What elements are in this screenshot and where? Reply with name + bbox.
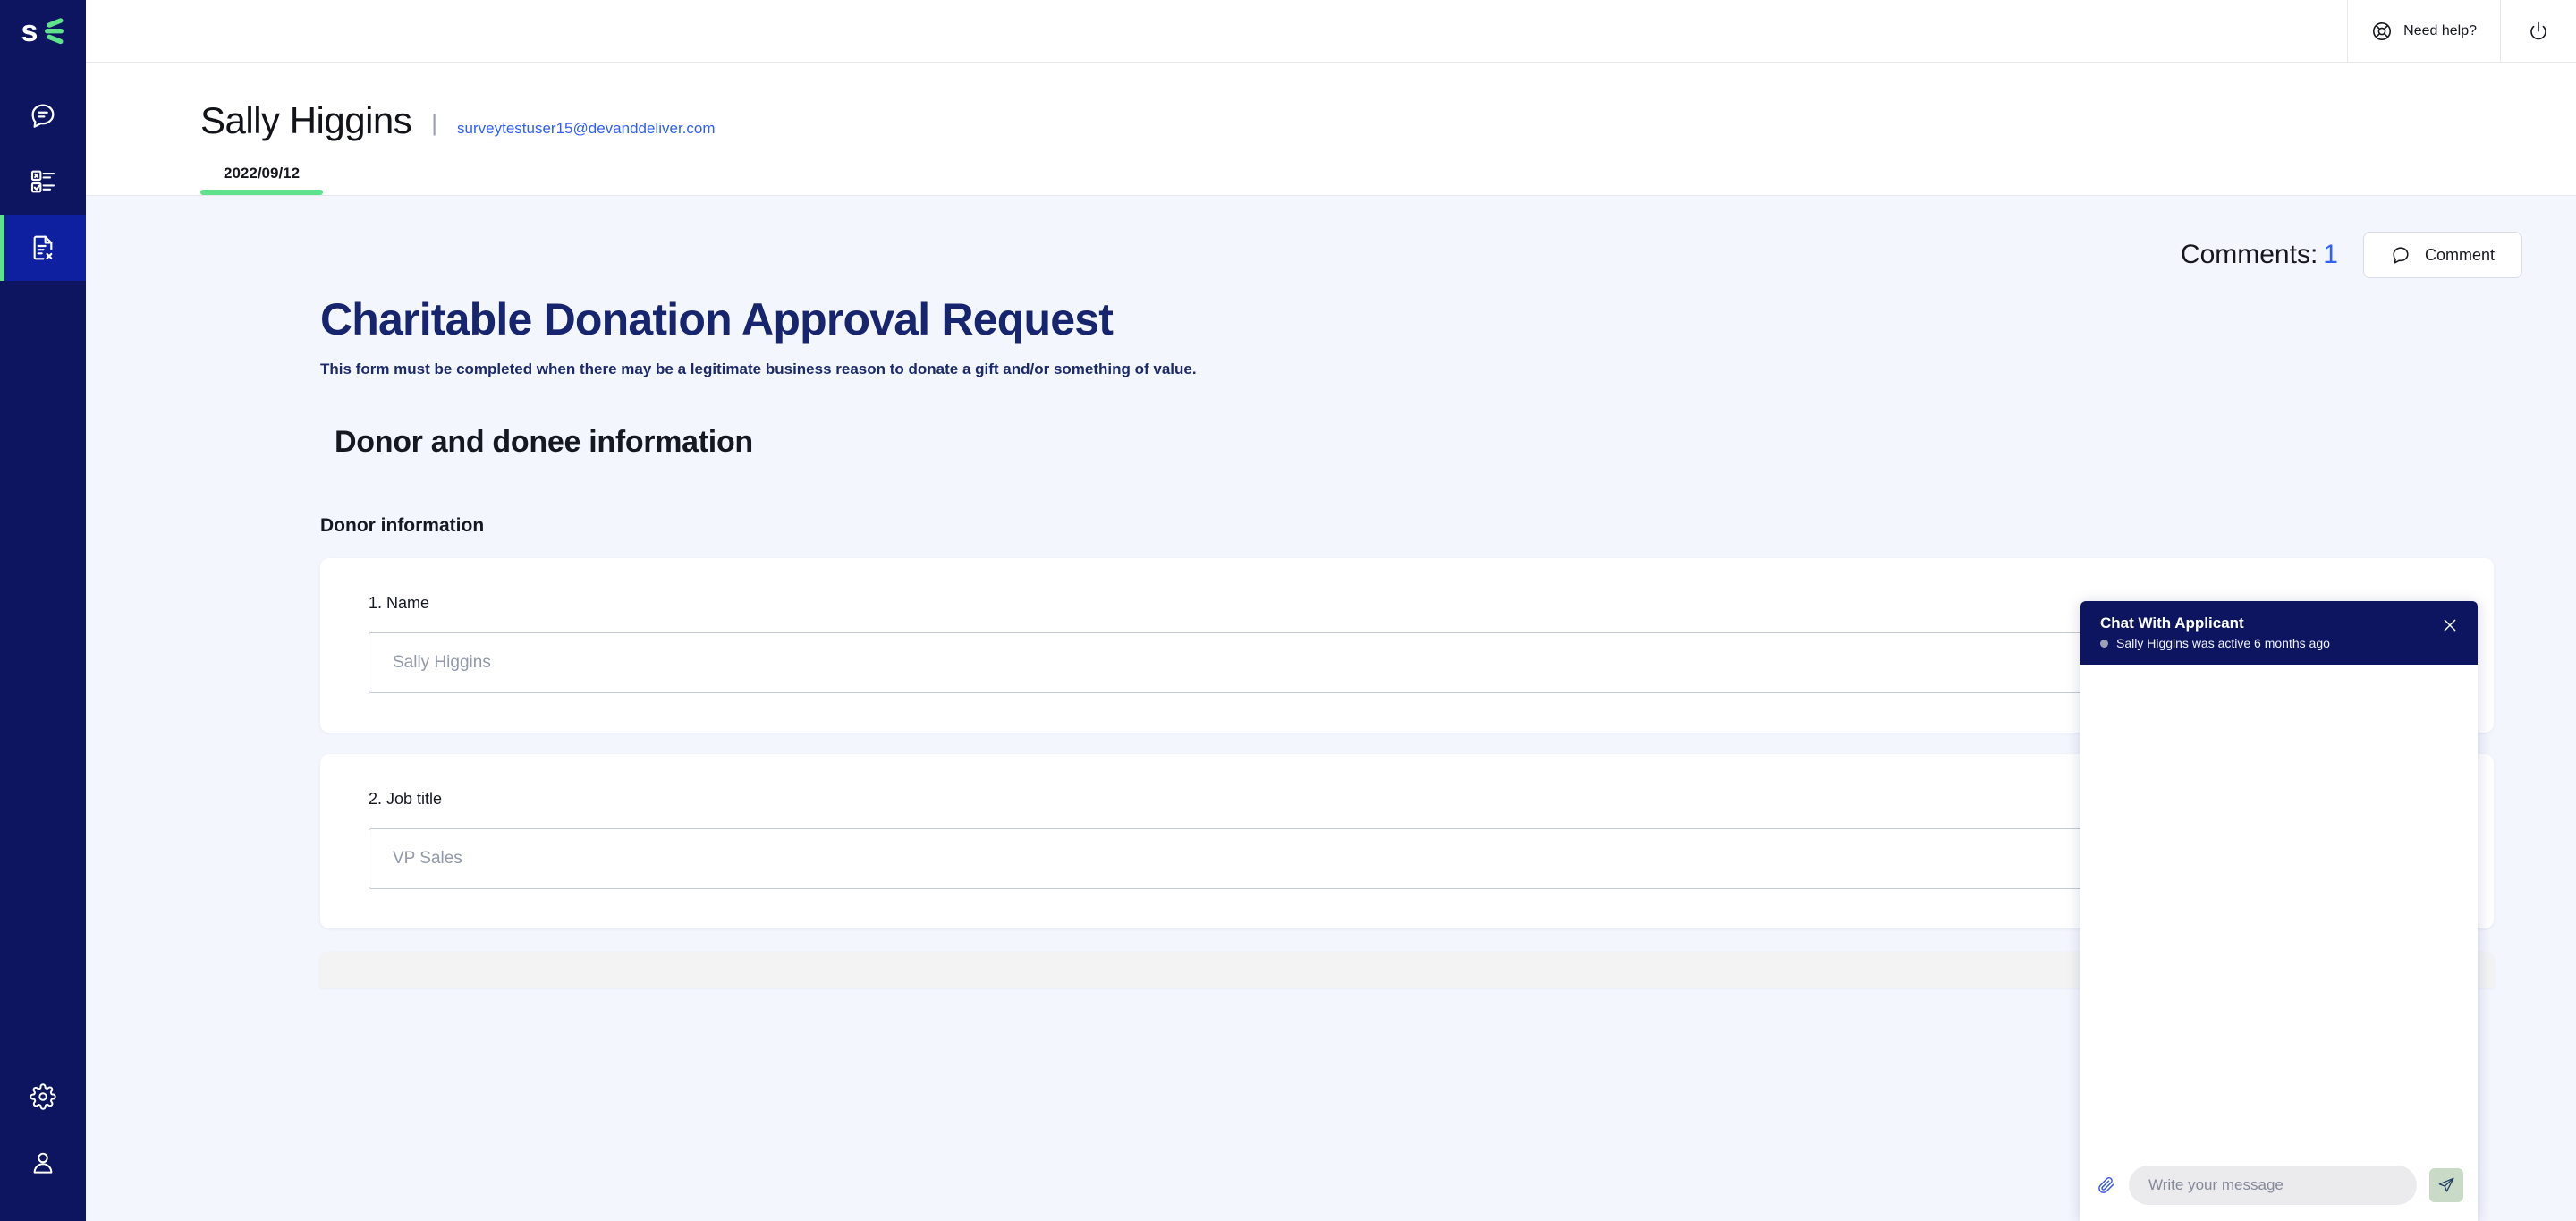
gear-icon [30,1083,56,1110]
lifebuoy-icon [2373,21,2392,40]
sidebar-item-forms[interactable] [0,215,86,281]
logo-letter: s [21,14,38,48]
header-separator: | [431,109,438,136]
comment-button-label: Comment [2424,245,2495,264]
page-header: Sally Higgins | surveytestuser15@devandd… [86,63,2576,142]
sidebar-nav [0,82,86,281]
chat-message-list[interactable] [2080,665,2478,1153]
power-icon [2530,21,2546,39]
sidebar-item-settings[interactable] [0,1064,86,1130]
chat-panel: Chat With Applicant Sally Higgins was ac… [2080,601,2478,1221]
chat-bubble-icon [31,104,55,128]
sidebar-bottom-nav [0,1064,86,1221]
name-input-value: Sally Higgins [393,653,491,673]
sidebar-item-surveys[interactable] [0,148,86,215]
chat-panel-header: Chat With Applicant Sally Higgins was ac… [2080,601,2478,666]
chat-close-button[interactable] [2438,614,2462,637]
job-title-input-value: VP Sales [393,849,462,869]
send-message-button[interactable] [2429,1168,2463,1202]
app-root: s Need help? Sally Higgins | surveytestu… [0,0,2576,1221]
comment-button[interactable]: Comment [2362,232,2522,279]
paperclip-icon [2098,1177,2114,1193]
chat-composer: Write your message [2080,1153,2478,1221]
survey-list-icon [30,170,55,193]
main-column: Need help? Sally Higgins | surveytestuse… [86,0,2576,1221]
section-heading: Donor and donee information [335,425,753,460]
person-email-link[interactable]: surveytestuser15@devanddeliver.com [457,120,715,138]
user-icon [33,1152,53,1174]
sidebar-item-account[interactable] [0,1130,86,1196]
document-x-icon [33,235,53,260]
send-icon [2438,1177,2454,1192]
chat-header-text: Chat With Applicant Sally Higgins was ac… [2100,614,2330,650]
chat-message-placeholder: Write your message [2148,1176,2284,1193]
sidebar: s [0,0,86,1221]
page-title: Sally Higgins [200,99,412,141]
tab-2022-09-12[interactable]: 2022/09/12 [200,141,324,196]
subsection-heading: Donor information [320,515,485,537]
tab-bar: 2022/09/12 [86,141,2576,196]
attach-file-button[interactable] [2097,1175,2116,1195]
need-help-button[interactable]: Need help? [2347,0,2500,62]
chat-title: Chat With Applicant [2100,615,2244,632]
tab-label: 2022/09/12 [224,165,301,182]
comments-count: Comments: 1 [2181,240,2338,270]
comments-bar: Comments: 1 Comment [86,196,2576,279]
topbar: Need help? [86,0,2576,63]
form-title: Charitable Donation Approval Request [320,294,1114,345]
person-identity-row: Sally Higgins | surveytestuser15@devandd… [200,99,2576,141]
comments-count-value: 1 [2323,240,2338,270]
sidebar-item-messages[interactable] [0,82,86,148]
app-logo[interactable]: s [0,0,86,63]
form-subtitle: This form must be completed when there m… [320,360,1197,378]
chat-message-input[interactable]: Write your message [2129,1166,2417,1205]
comments-count-label: Comments: [2180,240,2318,270]
need-help-label: Need help? [2403,22,2477,38]
logout-button[interactable] [2500,0,2576,62]
chat-status-row: Sally Higgins was active 6 months ago [2100,636,2330,650]
chat-status-text: Sally Higgins was active 6 months ago [2116,636,2330,651]
logo-mark-icon [45,18,64,45]
speech-bubble-icon [2393,247,2409,264]
close-icon [2444,619,2456,632]
status-dot-icon [2100,639,2108,648]
